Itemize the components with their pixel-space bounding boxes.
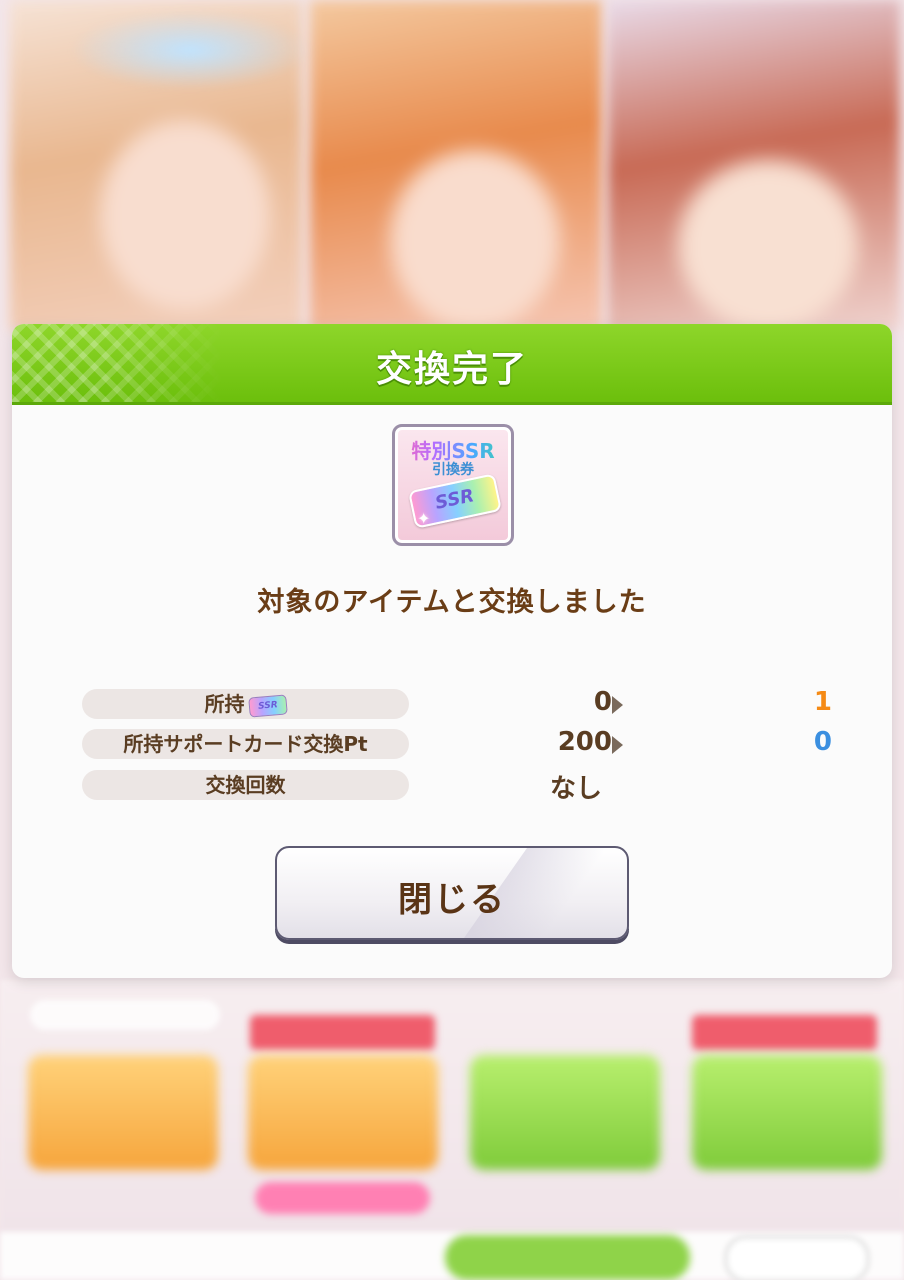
- row-label: 所持 SSR: [82, 689, 409, 719]
- arrow-right-icon: [612, 736, 623, 754]
- value-before: 200: [557, 727, 612, 757]
- info-chip: [30, 1000, 220, 1030]
- exchange-button: [445, 1235, 690, 1280]
- gacha-button: [470, 1055, 660, 1170]
- exchange-pt-row: 所持サポートカード交換Pt 200 0: [82, 727, 842, 761]
- close-button[interactable]: 閉じる: [275, 846, 629, 940]
- owned-ticket-row: 所持 SSR 0 1: [82, 687, 842, 721]
- row-label: 所持サポートカード交換Pt: [82, 729, 409, 759]
- gacha-button: [28, 1055, 218, 1170]
- special-ssr-exchange-ticket-icon: 特別SSR 引換券 SSR ✦: [392, 424, 514, 546]
- value-before: 0: [593, 687, 612, 717]
- close-button-label: 閉じる: [398, 880, 506, 920]
- dialog-title: 交換完了: [375, 349, 528, 390]
- gacha-button: [692, 1055, 882, 1170]
- arrow-right-icon: [612, 696, 623, 714]
- banner-center: [310, 0, 602, 330]
- value-after: 0: [813, 727, 832, 757]
- badge: [255, 1182, 430, 1214]
- row-label-text: 所持: [204, 692, 245, 716]
- details-button: [725, 1236, 869, 1280]
- banner-logo: [70, 10, 310, 90]
- ribbon: [250, 1015, 435, 1050]
- row-label: 交換回数: [82, 770, 409, 800]
- ribbon: [692, 1015, 877, 1050]
- sparkle-icon: ✦: [417, 509, 431, 528]
- row-value: なし: [550, 774, 603, 804]
- exchange-count-row: 交換回数 なし: [82, 770, 842, 804]
- gacha-button: [248, 1055, 438, 1170]
- banner-right: [608, 0, 900, 330]
- dialog-header: 交換完了: [12, 324, 892, 405]
- ssr-ticket-icon: SSR: [247, 693, 288, 718]
- result-message: 対象のアイテムと交換しました: [257, 587, 647, 618]
- exchange-complete-dialog: 交換完了 特別SSR 引換券 SSR ✦ 対象のアイテムと交換しました 所持 SS…: [12, 324, 892, 978]
- value-after: 1: [813, 687, 832, 717]
